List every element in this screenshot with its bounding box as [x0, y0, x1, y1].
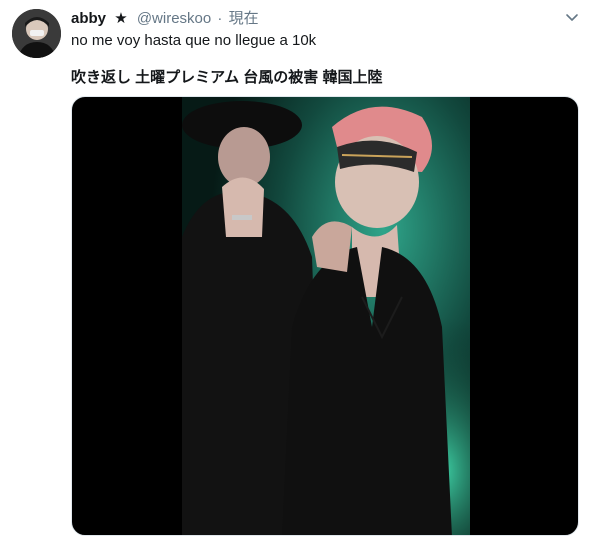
display-name[interactable]: abby	[71, 10, 106, 27]
star-icon: ★	[114, 10, 128, 27]
avatar-photo	[12, 9, 61, 58]
avatar[interactable]	[12, 9, 61, 58]
tweet-header: abby ★ @wireskoo · 現在	[71, 9, 259, 28]
timestamp[interactable]: 現在	[229, 10, 259, 27]
chevron-down-icon[interactable]	[565, 10, 579, 24]
user-handle[interactable]: @wireskoo	[137, 10, 211, 27]
video-still	[182, 97, 470, 535]
video-frame[interactable]	[182, 97, 470, 535]
tweet-text-secondary: 吹き返し 土曜プレミアム 台風の被害 韓国上陸	[71, 69, 383, 86]
video-media[interactable]	[71, 96, 579, 536]
tweet-text: no me voy hasta que no llegue a 10k	[71, 32, 317, 49]
separator-dot: ·	[217, 10, 223, 27]
